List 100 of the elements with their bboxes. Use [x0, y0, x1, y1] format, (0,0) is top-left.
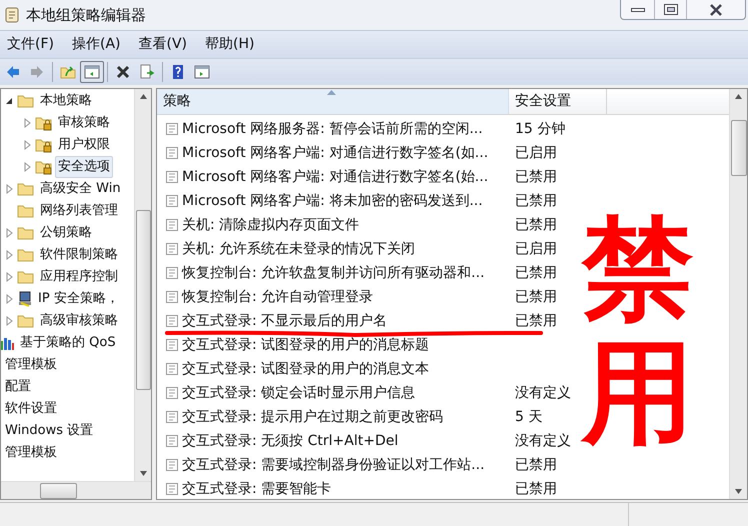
column-header[interactable]: 策略: [157, 89, 509, 114]
policy-setting: 没有定义: [514, 432, 571, 450]
tree-item[interactable]: 基于策略的 QoS: [17, 332, 119, 354]
menu-item[interactable]: 查看(V): [138, 34, 188, 55]
folder-icon: [17, 313, 35, 329]
back-arrow-icon: [5, 64, 21, 80]
policy-icon: [165, 458, 179, 472]
handwritten-annotation: 禁用: [582, 209, 694, 456]
policy-name[interactable]: Microsoft 网络客户端: 将未加密的密码发送到...: [182, 190, 483, 212]
horizontal-scrollbar[interactable]: [1, 481, 151, 499]
policy-setting: 已禁用: [514, 456, 557, 474]
locked-folder-icon: [35, 159, 53, 175]
vertical-scrollbar[interactable]: [729, 89, 747, 499]
policy-name[interactable]: 关机: 允许系统在未登录的情况下关闭: [182, 238, 416, 260]
tree-item[interactable]: IP 安全策略，: [35, 288, 122, 310]
locked-folder-icon: [35, 115, 53, 131]
policy-icon: [165, 146, 179, 160]
policy-name[interactable]: 交互式登录: 无须按 Ctrl+Alt+Del: [182, 430, 398, 452]
policy-setting: 已禁用: [514, 312, 557, 330]
policy-icon: [165, 386, 179, 400]
delete-icon: [115, 64, 131, 80]
locked-folder-icon: [35, 137, 53, 153]
policy-setting: 15 分钟: [514, 120, 566, 138]
policy-name[interactable]: 交互式登录: 不显示最后的用户名: [182, 310, 388, 332]
console-tree-button[interactable]: [80, 61, 104, 83]
policy-icon: [165, 482, 179, 496]
policy-icon: [165, 122, 179, 136]
tree-item[interactable]: 安全选项: [55, 156, 113, 178]
folder-icon: [17, 181, 35, 197]
policy-name[interactable]: Microsoft 网络服务器: 暂停会话前所需的空闲...: [182, 118, 483, 140]
policy-setting: 已启用: [514, 144, 557, 162]
policy-setting: 没有定义: [514, 384, 571, 402]
scroll-down-arrow-icon[interactable]: [138, 470, 148, 477]
bar-chart-icon: [1, 335, 15, 351]
menu-item[interactable]: 文件(F): [7, 34, 54, 55]
policy-icon: [165, 242, 179, 256]
policy-setting: 已禁用: [514, 288, 557, 306]
tree-item[interactable]: 审核策略: [55, 112, 113, 134]
policy-name[interactable]: 交互式登录: 提示用户在过期之前更改密码: [182, 406, 444, 428]
policy-name[interactable]: Microsoft 网络客户端: 对通信进行数字签名(始...: [182, 166, 488, 188]
console-tree-icon: [84, 64, 100, 80]
close-icon: [709, 4, 723, 16]
window-title: 本地组策略编辑器: [26, 5, 146, 26]
tree-item[interactable]: 软件限制策略: [37, 244, 121, 266]
tree-item[interactable]: Windows 设置: [2, 420, 96, 442]
policy-icon: [165, 410, 179, 424]
policy-name[interactable]: 交互式登录: 需要智能卡: [182, 478, 332, 499]
tree-item[interactable]: 应用程序控制: [37, 266, 121, 288]
scrollbar-thumb[interactable]: [40, 482, 77, 498]
policy-name[interactable]: 交互式登录: 试图登录的用户的消息标题: [182, 334, 430, 356]
tree-item[interactable]: 用户权限: [55, 134, 113, 156]
policy-name[interactable]: 恢复控制台: 允许软盘复制并访问所有驱动器和...: [182, 262, 485, 284]
policy-name[interactable]: 交互式登录: 锁定会话时显示用户信息: [182, 382, 416, 404]
computer-icon: [17, 291, 33, 307]
vertical-scrollbar[interactable]: [134, 89, 151, 481]
column-header[interactable]: 安全设置: [509, 89, 607, 114]
help-icon: [170, 64, 186, 80]
folder-icon: [17, 203, 35, 219]
tree-item[interactable]: 配置: [2, 376, 34, 398]
policy-name[interactable]: 交互式登录: 试图登录的用户的消息文本: [182, 358, 430, 380]
tree-item[interactable]: 管理模板: [2, 354, 60, 376]
folder-icon: [17, 247, 35, 263]
action-pane-icon: [194, 64, 210, 80]
menu-item[interactable]: 操作(A): [72, 34, 120, 55]
policy-setting: 已禁用: [514, 480, 557, 498]
policy-icon: [165, 194, 179, 208]
tree-item[interactable]: 本地策略: [37, 90, 95, 112]
scroll-up-arrow-icon[interactable]: [734, 93, 743, 100]
tree-item[interactable]: 高级安全 Win: [37, 178, 124, 200]
scroll-down-arrow-icon[interactable]: [734, 488, 743, 495]
folder-icon: [17, 93, 35, 109]
policy-setting: 已禁用: [514, 216, 557, 234]
policy-setting: 已禁用: [514, 264, 557, 282]
policy-name[interactable]: 交互式登录: 需要域控制器身份验证以对工作站...: [182, 454, 485, 476]
forward-arrow-icon: [29, 64, 45, 80]
tree-item[interactable]: 软件设置: [2, 398, 60, 420]
scroll-up-arrow-icon[interactable]: [138, 93, 148, 100]
policy-name[interactable]: Microsoft 网络客户端: 对通信进行数字签名(如...: [182, 142, 488, 164]
policy-setting: 已禁用: [514, 192, 557, 210]
policy-icon: [165, 362, 179, 376]
tree-item[interactable]: 网络列表管理: [37, 200, 121, 222]
scrollbar-thumb[interactable]: [136, 210, 150, 390]
policy-setting: 已启用: [514, 240, 557, 258]
policy-icon: [165, 290, 179, 304]
folder-up-icon: [60, 64, 76, 80]
maximize-icon: [664, 4, 678, 15]
scrollbar-thumb[interactable]: [730, 120, 746, 176]
tree-item[interactable]: 管理模板: [2, 442, 60, 464]
policy-name[interactable]: 恢复控制台: 允许自动管理登录: [182, 286, 374, 308]
menu-item[interactable]: 帮助(H): [205, 34, 254, 55]
policy-icon: [165, 218, 179, 232]
policy-icon: [165, 338, 179, 352]
tree-item[interactable]: 公钥策略: [37, 222, 95, 244]
policy-icon: [165, 314, 179, 328]
policy-name[interactable]: 关机: 清除虚拟内存页面文件: [182, 214, 360, 236]
scroll-icon: [4, 6, 20, 24]
sort-arrow-icon: [327, 90, 336, 95]
minimize-icon: [630, 8, 644, 12]
folder-icon: [17, 269, 35, 285]
tree-item[interactable]: 高级审核策略: [37, 310, 121, 332]
